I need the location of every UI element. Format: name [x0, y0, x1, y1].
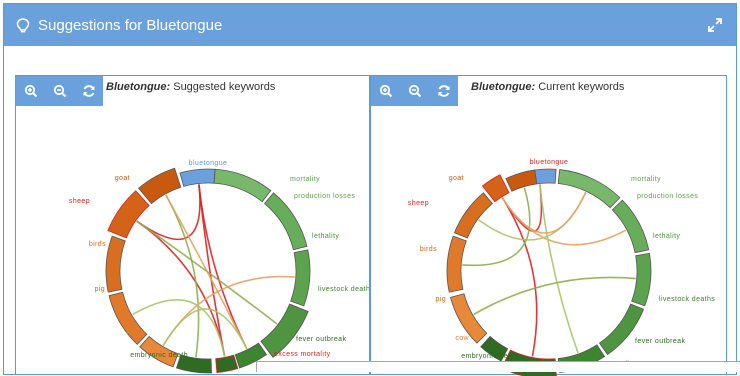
arc-segment[interactable]	[611, 199, 650, 254]
keyword-label: production losses	[637, 193, 698, 200]
chord-link	[162, 308, 248, 350]
keyword-label: bluetongue	[189, 160, 228, 167]
keyword-label: bluetongue	[530, 159, 569, 166]
chart-disease-name: Bluetongue:	[471, 81, 536, 93]
chord-link	[473, 276, 636, 316]
chart-disease-name: Bluetongue:	[106, 81, 171, 93]
keyword-label: embryonic death	[130, 352, 188, 359]
zoom-in-icon	[24, 84, 37, 98]
chord-link	[198, 184, 248, 350]
keyword-label: embryonic death	[461, 353, 519, 360]
panel-header: Suggestions for Bluetongue	[4, 4, 736, 46]
keyword-label: livestock deaths	[659, 296, 715, 303]
keyword-label: goat	[115, 175, 130, 182]
keyword-label: cow	[126, 329, 140, 336]
lightbulb-icon	[16, 17, 30, 32]
keyword-label: sheep	[69, 198, 90, 205]
keyword-label: goat	[449, 175, 464, 182]
chart-subtitle: Suggested keywords	[170, 81, 276, 93]
arc-segment[interactable]	[446, 235, 467, 293]
zoom-out-button[interactable]	[45, 76, 74, 106]
keyword-label: lethality	[312, 233, 339, 240]
keyword-label: fever outbreak	[635, 338, 685, 345]
arc-segment[interactable]	[215, 354, 239, 374]
chart-toolbar	[371, 76, 458, 106]
chord-diagram-suggested: bluetongue mortality production losses leth…	[69, 160, 369, 374]
arc-segment[interactable]	[179, 168, 216, 187]
zoom-out-icon	[53, 84, 66, 98]
arc-segment[interactable]	[108, 291, 148, 345]
arc-segment[interactable]	[138, 167, 182, 205]
arc-segment[interactable]	[505, 169, 538, 192]
keyword-label: birds	[420, 246, 437, 253]
zoom-in-button[interactable]	[371, 76, 400, 106]
panel-title-wrap: Suggestions for Bluetongue	[16, 17, 222, 34]
chord-diagram-current: bluetongue mortality production losses leth…	[408, 159, 715, 376]
arc-segment[interactable]	[213, 168, 272, 203]
keyword-label: birds	[89, 241, 106, 248]
arc-segment[interactable]	[631, 252, 652, 307]
zoom-in-button[interactable]	[16, 76, 45, 106]
chart-card-suggested: Bluetongue: Suggested keywords bluetongu…	[15, 75, 370, 375]
zoom-out-button[interactable]	[400, 76, 429, 106]
refresh-icon	[438, 85, 449, 97]
tooltip-box	[256, 361, 740, 372]
chart-title: Bluetongue: Current keywords	[471, 81, 624, 93]
keyword-label: pig	[94, 286, 105, 293]
keyword-label: cow	[455, 335, 469, 342]
arc-segment[interactable]	[453, 192, 493, 239]
chart-title: Bluetongue: Suggested keywords	[106, 81, 275, 93]
suggestions-panel: Suggestions for Bluetongue Bluetongue: S…	[3, 3, 737, 376]
chord-link	[539, 184, 579, 354]
chart-card-current: Bluetongue: Current keywords bluetongue m…	[370, 75, 727, 376]
chart-toolbar	[16, 76, 103, 106]
refresh-button[interactable]	[74, 76, 103, 106]
keyword-label: production losses	[294, 193, 355, 200]
arc-segment[interactable]	[105, 235, 126, 293]
arc-segment[interactable]	[264, 192, 308, 251]
keyword-label: livestock deaths	[318, 286, 369, 293]
panel-title: Suggestions for Bluetongue	[38, 17, 223, 34]
keyword-label: fever outbreak	[296, 336, 346, 343]
arc-segment[interactable]	[598, 303, 645, 356]
zoom-in-icon	[379, 84, 392, 98]
keyword-label: excess mortality	[274, 351, 331, 358]
keyword-label: mortality	[290, 176, 320, 183]
refresh-button[interactable]	[429, 76, 458, 106]
keyword-label: lethality	[653, 233, 680, 240]
arc-segment[interactable]	[290, 249, 311, 307]
arc-segment[interactable]	[557, 169, 621, 209]
zoom-out-icon	[408, 84, 421, 98]
keyword-label: mortality	[631, 176, 661, 183]
arc-segment[interactable]	[107, 190, 150, 239]
chart-subtitle: Current keywords	[535, 81, 625, 93]
keyword-label: sheep	[408, 200, 429, 207]
expand-icon[interactable]	[708, 18, 722, 32]
refresh-icon	[83, 85, 94, 97]
chord-link	[136, 220, 226, 357]
arc-segment[interactable]	[260, 303, 309, 358]
keyword-label: pig	[435, 296, 446, 303]
